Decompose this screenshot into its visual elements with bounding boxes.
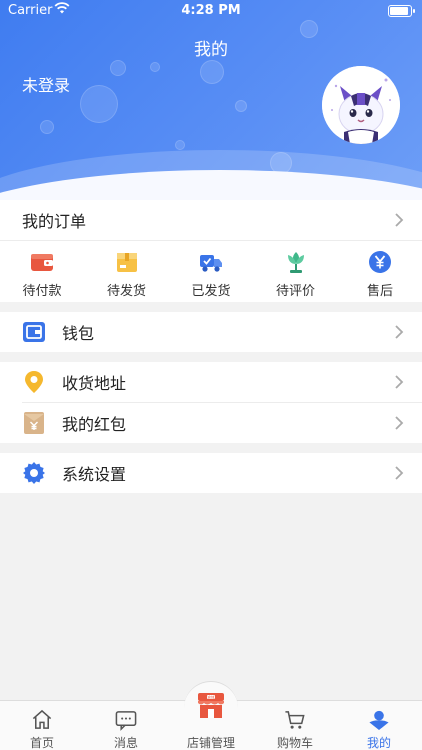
wallet-icon: [31, 254, 53, 271]
profile-icon: [369, 710, 389, 731]
order-pending-review[interactable]: 待评价: [264, 240, 328, 302]
page-title: 我的: [194, 40, 228, 60]
wallet-card-icon: [23, 322, 45, 342]
order-item-label: 售后: [366, 284, 393, 299]
settings-label: 系统设置: [62, 465, 127, 484]
red-packet-label: 我的红包: [62, 415, 127, 434]
home-icon: [32, 709, 52, 729]
decor-bubble: [110, 60, 126, 76]
address-label: 收货地址: [62, 374, 127, 393]
yen-icon: [369, 251, 391, 273]
login-link[interactable]: 未登录: [22, 72, 70, 96]
order-after-sales[interactable]: 售后: [348, 240, 412, 302]
chevron-right-icon: [395, 213, 404, 227]
cart-icon: [285, 711, 305, 729]
battery-icon: [388, 5, 415, 17]
chevron-right-icon: [395, 416, 404, 430]
decor-bubble: [235, 100, 247, 112]
orders-card: 我的订单 待付款 待发货 已发货 待评价 售后: [0, 200, 422, 302]
wallet-label: 钱包: [62, 324, 95, 343]
cat-avatar-icon: [322, 66, 400, 144]
tab-label: 购物车: [276, 736, 313, 750]
message-icon: [115, 711, 137, 731]
order-item-label: 待付款: [22, 284, 62, 299]
tab-label: 消息: [113, 736, 138, 750]
decor-bubble: [40, 120, 54, 134]
tab-cart[interactable]: 购物车: [253, 701, 337, 750]
orders-title: 我的订单: [22, 212, 87, 231]
tab-messages[interactable]: 消息: [84, 701, 168, 750]
red-packet-icon: [24, 412, 44, 434]
tab-profile[interactable]: 我的: [337, 701, 421, 750]
tab-label: 我的: [366, 736, 391, 750]
tab-label: 店铺管理: [186, 736, 235, 750]
order-status-list: 待付款 待发货 已发货 待评价 售后: [0, 240, 422, 302]
location-pin-icon: [25, 371, 43, 393]
order-pending-shipment[interactable]: 待发货: [95, 240, 159, 302]
settings-row[interactable]: 系统设置: [0, 453, 422, 493]
tab-home[interactable]: 首页: [0, 701, 84, 750]
profile-header: Carrier 4:28 PM 我的 未登录: [0, 0, 422, 200]
decor-bubble: [175, 140, 185, 150]
avatar[interactable]: [322, 66, 400, 144]
store-icon: 实体: [198, 693, 224, 718]
order-item-label: 已发货: [191, 284, 231, 299]
decor-bubble: [80, 85, 118, 123]
gear-icon: [23, 462, 45, 484]
flower-icon: [287, 252, 304, 273]
order-item-label: 待发货: [106, 284, 146, 299]
order-pending-payment[interactable]: 待付款: [10, 240, 74, 302]
order-shipped[interactable]: 已发货: [179, 240, 243, 302]
address-redpacket-card: 收货地址 我的红包: [0, 362, 422, 443]
decor-bubble: [150, 62, 160, 72]
order-item-label: 待评价: [275, 284, 315, 299]
orders-header-row[interactable]: 我的订单: [0, 200, 422, 240]
chevron-right-icon: [395, 466, 404, 480]
red-packet-row[interactable]: 我的红包: [0, 403, 422, 443]
tab-bar: 首页 消息 实体 店铺管理 购物车 我的: [0, 681, 422, 750]
tab-label: 首页: [29, 736, 54, 750]
status-bar: Carrier 4:28 PM: [0, 0, 422, 22]
chevron-right-icon: [395, 325, 404, 339]
status-time: 4:28 PM: [181, 3, 241, 18]
wallet-card: 钱包: [0, 312, 422, 352]
truck-icon: [200, 255, 222, 272]
address-row[interactable]: 收货地址: [0, 362, 422, 402]
package-icon: [116, 253, 137, 272]
chevron-right-icon: [395, 375, 404, 389]
settings-card: 系统设置: [0, 453, 422, 493]
wallet-row[interactable]: 钱包: [0, 312, 422, 352]
decor-bubble: [200, 60, 224, 84]
store-badge-text: 实体: [208, 694, 215, 699]
